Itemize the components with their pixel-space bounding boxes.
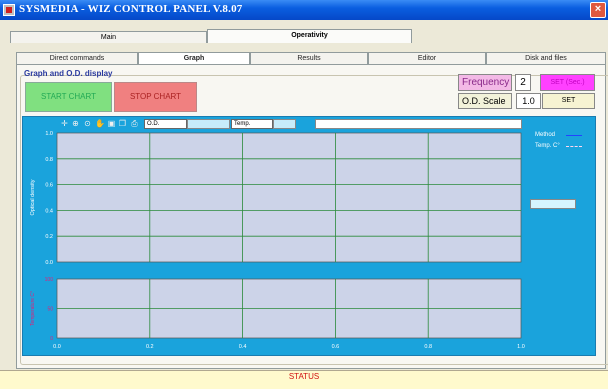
x-tick-label: 0.8 — [424, 344, 432, 350]
x-tick-label: 0.2 — [146, 344, 154, 350]
x-tick-label: 1.0 — [517, 344, 525, 350]
app-window: SYSMEDIA - WIZ CONTROL PANEL V.8.07 × Ma… — [0, 0, 608, 389]
od-y-tick: 0.0 — [45, 260, 53, 266]
od-y-tick: 0.8 — [45, 157, 53, 163]
legend-method-line — [566, 135, 582, 136]
od-plot-area — [56, 132, 522, 263]
od-y-tick: 0.2 — [45, 234, 53, 240]
legend-temp: Temp. C° — [535, 143, 560, 149]
side-value-field — [530, 199, 576, 209]
od-y-tick: 0.4 — [45, 208, 53, 214]
legend-method: Method — [535, 132, 556, 138]
temp-y-tick: 50 — [47, 307, 53, 313]
od-y-axis-label: Optical density — [30, 179, 36, 215]
temp-y-tick: 100 — [45, 277, 54, 283]
od-y-tick: 0.6 — [45, 183, 53, 189]
chart-svg: 0.0 0.2 0.4 0.6 0.8 1.0 0.0 0.2 0.4 0.6 0.8 1.0 0 50 1… — [30, 131, 525, 350]
od-y-tick: 1.0 — [45, 131, 53, 137]
x-tick-label: 0.6 — [332, 344, 340, 350]
status-label: STATUS — [288, 372, 320, 381]
legend-temp-line — [566, 146, 582, 147]
x-tick-label: 0.4 — [239, 344, 247, 350]
x-tick-label: 0.0 — [53, 344, 61, 350]
temp-y-tick: 0 — [50, 336, 53, 342]
temp-y-axis-label: Temperature C° — [30, 291, 36, 326]
